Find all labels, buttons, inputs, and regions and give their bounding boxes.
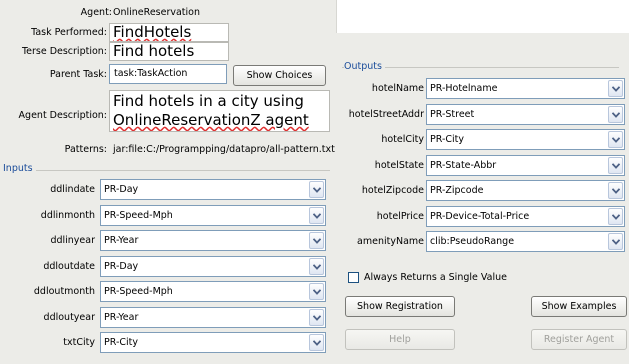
show-examples-button[interactable]: Show Examples [531,296,627,317]
output-row-label: hotelStreetAddr [348,108,424,120]
output-row-combo-value: PR-Street [430,108,475,120]
single-value-label: Always Returns a Single Value [364,272,507,283]
agent-label: Agent: [80,7,112,18]
output-row-combo[interactable]: PR-Hotelname [426,78,625,99]
terse-description-label: Terse Description: [21,46,107,57]
agent-description-line1: Find hotels in a city using [113,92,304,110]
output-row-combo[interactable]: PR-Street [426,103,625,125]
input-row-combo[interactable]: PR-Year [100,230,326,251]
patterns-value: jar:file:C:/Programpping/datapro/all-pat… [113,144,335,155]
chevron-down-icon[interactable] [309,283,324,300]
output-row-label: hotelState [374,159,424,171]
input-row-label: ddloutdate [43,260,95,272]
input-row-combo-value: PR-Day [104,184,139,195]
output-row-combo-value: PR-Device-Total-Price [430,210,530,222]
output-row-label: amenityName [357,236,424,247]
output-row-label: hotelZipcode [361,185,424,196]
chevron-down-icon[interactable] [608,131,623,148]
output-row-combo-value: clib:PseudoRange [430,236,515,247]
input-row-combo[interactable]: PR-Day [100,255,326,277]
input-row-label: txtCity [63,337,95,348]
output-row-combo[interactable]: PR-State-Abbr [426,154,625,176]
input-row-label: ddlinyear [50,235,95,246]
chevron-down-icon[interactable] [309,232,324,249]
agent-description-field[interactable]: Find hotels in a city using OnlineReserv… [109,90,330,132]
input-row-combo-value: PR-City [104,337,138,348]
outputs-group-title: Outputs [344,61,385,72]
parent-task-label: Parent Task: [49,69,107,80]
chevron-down-icon[interactable] [309,334,324,351]
input-row-combo-value: PR-Year [104,235,139,246]
input-row-combo-value: PR-Day [104,260,139,272]
output-row-combo[interactable]: PR-City [426,129,625,150]
chevron-down-icon[interactable] [309,257,324,275]
output-row-combo[interactable]: clib:PseudoRange [426,231,625,252]
parent-task-value: task:TaskAction [114,68,188,79]
task-performed-label: Task Performed: [31,27,107,38]
chevron-down-icon[interactable] [608,233,623,250]
input-row-combo-value: PR-Speed-Mph [104,209,173,221]
output-row-label: hotelCity [381,134,424,145]
chevron-down-icon[interactable] [608,156,623,174]
input-row-combo[interactable]: PR-Speed-Mph [100,281,326,302]
agent-definition-panel: Agent: OnlineReservation Task Performed:… [0,0,337,364]
input-row-label: ddlinmonth [40,209,95,221]
outputs-panel: Outputs hotelName PR-Hotelname hotelStreet… [336,33,629,364]
register-agent-button[interactable]: Register Agent [531,329,627,350]
terse-description-field[interactable]: Find hotels [109,42,229,61]
chevron-down-icon[interactable] [309,308,324,326]
output-row-combo[interactable]: PR-Device-Total-Price [426,205,625,227]
agent-description-label: Agent Description: [18,110,107,121]
patterns-label: Patterns: [64,144,107,155]
chevron-down-icon[interactable] [309,206,324,224]
help-button[interactable]: Help [345,329,455,350]
parent-task-field[interactable]: task:TaskAction [109,64,227,84]
input-row-label: ddloutyear [43,311,95,323]
task-performed-field[interactable]: FindHotels [109,23,229,42]
terse-description-value: Find hotels [113,42,195,60]
agent-value: OnlineReservation [113,7,201,18]
output-row-combo-value: PR-Zipcode [430,185,484,196]
show-choices-button[interactable]: Show Choices [233,65,326,86]
input-row-combo[interactable]: PR-Year [100,306,326,328]
output-row-combo-value: PR-State-Abbr [430,159,497,171]
chevron-down-icon[interactable] [608,80,623,97]
inputs-group-border [4,170,330,171]
chevron-down-icon[interactable] [608,105,623,123]
input-row-combo[interactable]: PR-Day [100,179,326,200]
output-row-combo[interactable]: PR-Zipcode [426,180,625,201]
input-row-label: ddlindate [50,184,95,195]
chevron-down-icon[interactable] [309,181,324,198]
show-registration-button[interactable]: Show Registration [345,296,455,317]
input-row-combo[interactable]: PR-Speed-Mph [100,204,326,226]
input-row-label: ddloutmonth [33,286,95,297]
input-row-combo[interactable]: PR-City [100,332,326,353]
inputs-group-title: Inputs [3,163,36,174]
single-value-checkbox[interactable] [348,272,359,283]
input-row-combo-value: PR-Speed-Mph [104,286,173,297]
output-row-combo-value: PR-City [430,134,464,145]
agent-description-line2: OnlineReservationZ agent [113,111,309,129]
task-performed-value: FindHotels [113,23,192,41]
chevron-down-icon[interactable] [608,182,623,199]
output-row-label: hotelPrice [376,210,424,222]
chevron-down-icon[interactable] [608,207,623,225]
input-row-combo-value: PR-Year [104,311,139,323]
output-row-combo-value: PR-Hotelname [430,83,498,94]
output-row-label: hotelName [371,83,424,94]
